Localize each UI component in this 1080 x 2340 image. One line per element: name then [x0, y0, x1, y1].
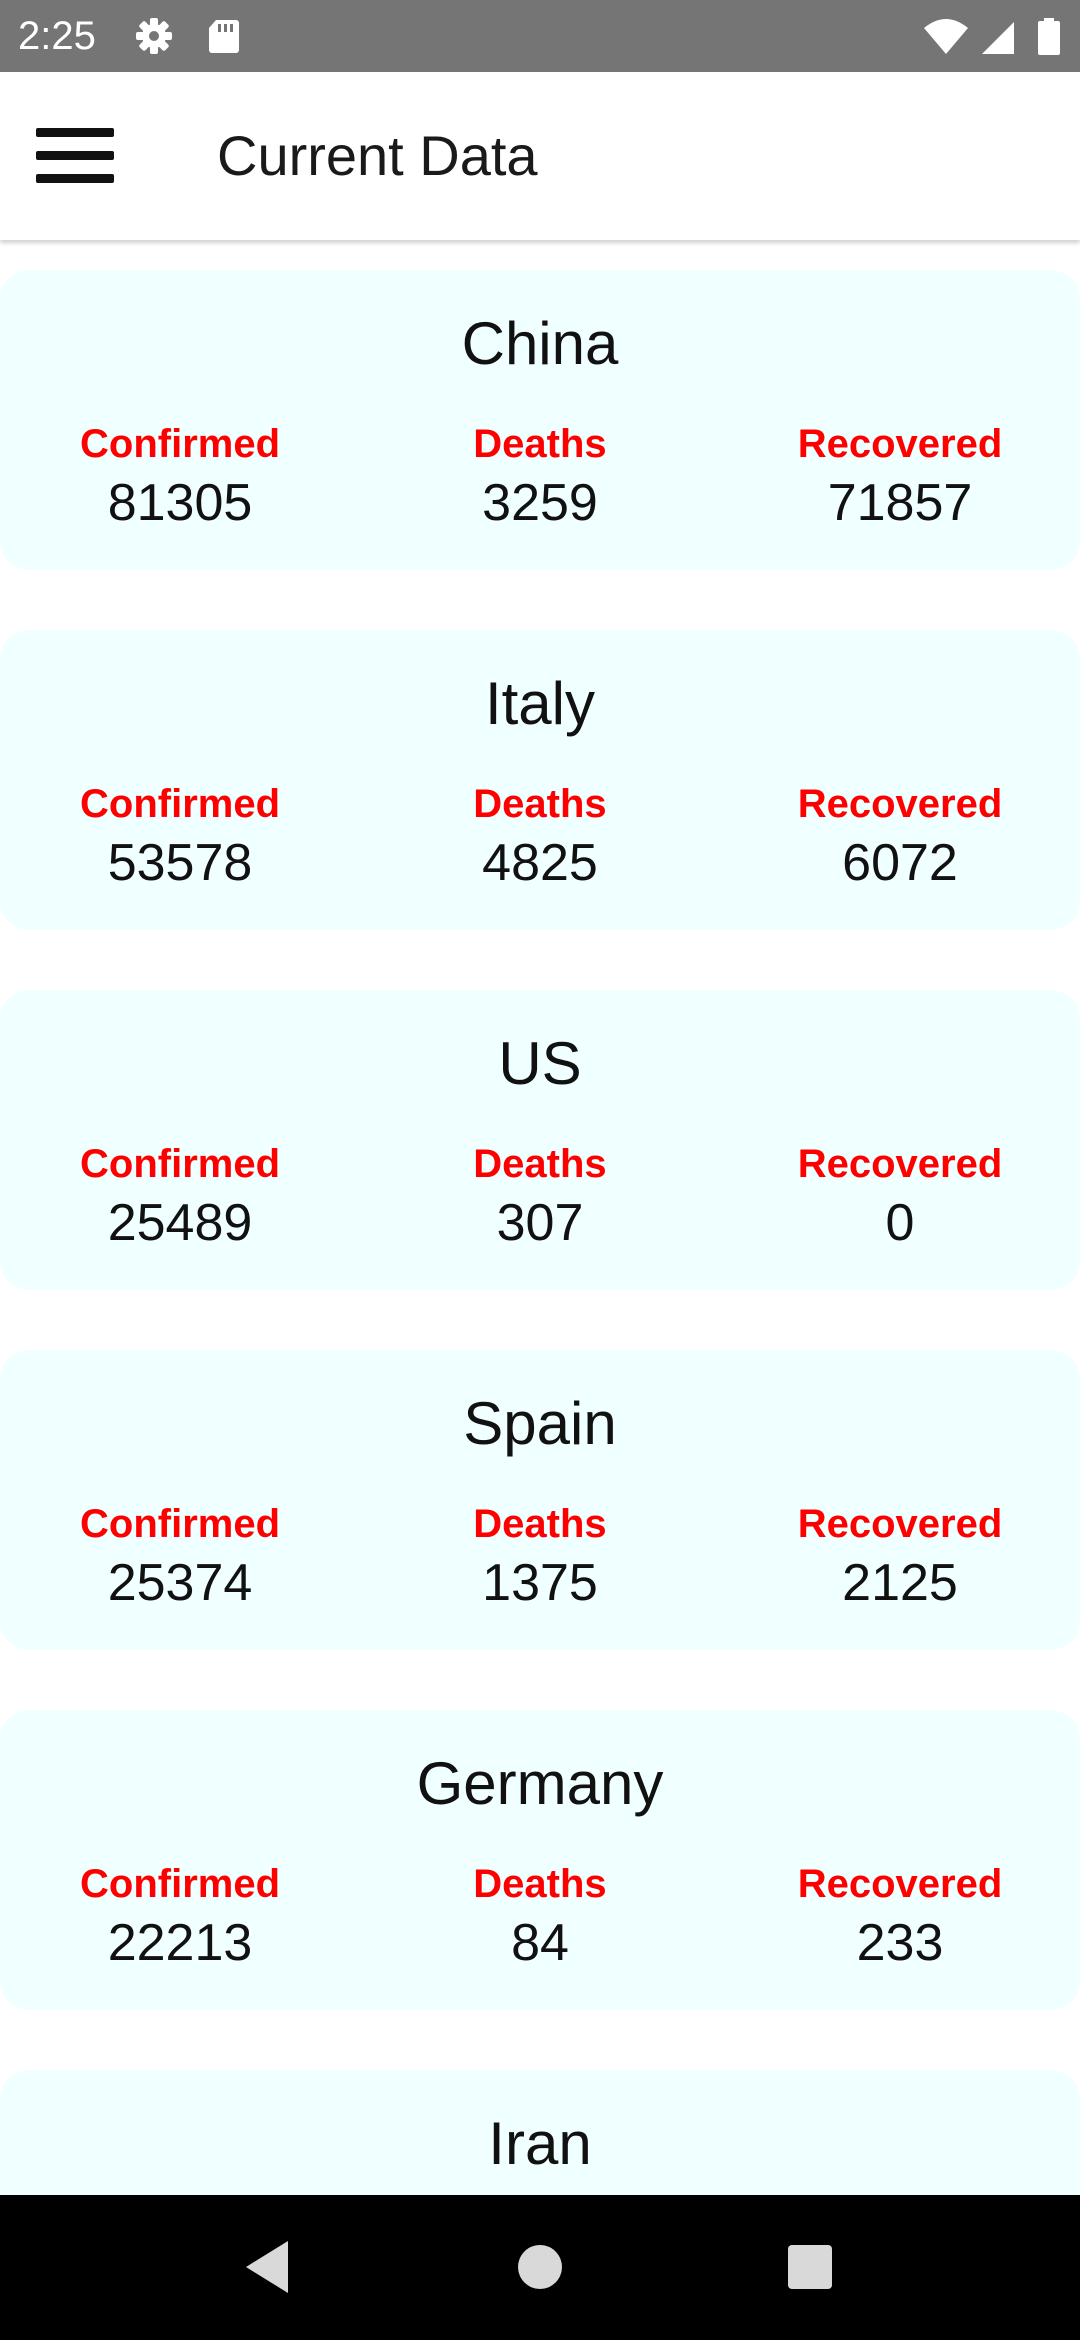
deaths-label: Deaths — [473, 782, 607, 826]
deaths-value: 84 — [511, 1914, 569, 1972]
recovered-value: 233 — [856, 1914, 944, 1972]
country-list[interactable]: China Confirmed 81305 Deaths 3259 Recove… — [0, 240, 1080, 2195]
signal-icon — [982, 22, 1014, 54]
confirmed-stat: Confirmed 81305 — [0, 420, 360, 534]
deaths-value: 1375 — [482, 1554, 598, 1612]
deaths-label: Deaths — [473, 1142, 607, 1186]
home-icon[interactable] — [500, 2227, 580, 2307]
deaths-label: Deaths — [473, 1862, 607, 1906]
country-name: Germany — [416, 1750, 664, 1817]
sd-card-icon — [209, 20, 239, 53]
recovered-stat: Recovered 71857 — [720, 420, 1080, 534]
confirmed-value: 53578 — [107, 834, 253, 892]
status-time: 2:25 — [18, 14, 96, 58]
battery-icon — [1038, 18, 1060, 55]
deaths-value: 3259 — [482, 474, 598, 532]
country-card[interactable]: Germany Confirmed 22213 Deaths 84 Recove… — [0, 1710, 1080, 2010]
confirmed-value: 81305 — [107, 474, 253, 532]
country-card[interactable]: Iran — [0, 2070, 1080, 2195]
deaths-value: 4825 — [482, 834, 598, 892]
status-bar: 2:25 — [0, 0, 1080, 72]
recovered-stat: Recovered 233 — [720, 1860, 1080, 1974]
confirmed-label: Confirmed — [80, 422, 280, 466]
deaths-stat: Deaths 3259 — [360, 420, 720, 534]
recovered-value: 2125 — [842, 1554, 958, 1612]
recovered-label: Recovered — [797, 782, 1003, 826]
recovered-stat: Recovered 2125 — [720, 1500, 1080, 1614]
page-title: Current Data — [217, 124, 538, 187]
confirmed-label: Confirmed — [80, 782, 280, 826]
confirmed-value: 22213 — [107, 1914, 253, 1972]
recovered-value: 71857 — [827, 474, 973, 532]
country-name: China — [461, 310, 619, 377]
deaths-stat: Deaths 307 — [360, 1140, 720, 1254]
country-name: US — [498, 1030, 582, 1097]
deaths-stat: Deaths 84 — [360, 1860, 720, 1974]
confirmed-stat: Confirmed 53578 — [0, 780, 360, 894]
recovered-value: 6072 — [842, 834, 958, 892]
deaths-value: 307 — [496, 1194, 584, 1252]
recents-icon[interactable] — [770, 2227, 850, 2307]
country-name: Iran — [488, 2110, 592, 2177]
recovered-label: Recovered — [797, 422, 1003, 466]
confirmed-value: 25489 — [107, 1194, 253, 1252]
confirmed-stat: Confirmed 25489 — [0, 1140, 360, 1254]
navigation-bar — [0, 2195, 1080, 2340]
wifi-icon — [924, 19, 968, 54]
deaths-label: Deaths — [473, 422, 607, 466]
deaths-stat: Deaths 4825 — [360, 780, 720, 894]
recovered-value: 0 — [885, 1194, 915, 1252]
confirmed-value: 25374 — [107, 1554, 253, 1612]
deaths-stat: Deaths 1375 — [360, 1500, 720, 1614]
confirmed-label: Confirmed — [80, 1502, 280, 1546]
country-card[interactable]: US Confirmed 25489 Deaths 307 Recovered … — [0, 990, 1080, 1290]
back-icon[interactable] — [230, 2227, 310, 2307]
recovered-label: Recovered — [797, 1502, 1003, 1546]
confirmed-stat: Confirmed 25374 — [0, 1500, 360, 1614]
country-card[interactable]: China Confirmed 81305 Deaths 3259 Recove… — [0, 270, 1080, 570]
country-name: Spain — [463, 1390, 617, 1457]
recovered-stat: Recovered 6072 — [720, 780, 1080, 894]
deaths-label: Deaths — [473, 1502, 607, 1546]
confirmed-label: Confirmed — [80, 1862, 280, 1906]
app-bar: Current Data — [0, 72, 1080, 240]
recovered-label: Recovered — [797, 1862, 1003, 1906]
country-card[interactable]: Italy Confirmed 53578 Deaths 4825 Recove… — [0, 630, 1080, 930]
confirmed-stat: Confirmed 22213 — [0, 1860, 360, 1974]
settings-icon — [136, 18, 172, 54]
country-name: Italy — [484, 670, 596, 737]
country-card[interactable]: Spain Confirmed 25374 Deaths 1375 Recove… — [0, 1350, 1080, 1650]
recovered-stat: Recovered 0 — [720, 1140, 1080, 1254]
recovered-label: Recovered — [797, 1142, 1003, 1186]
hamburger-menu-icon[interactable] — [20, 116, 130, 196]
confirmed-label: Confirmed — [80, 1142, 280, 1186]
